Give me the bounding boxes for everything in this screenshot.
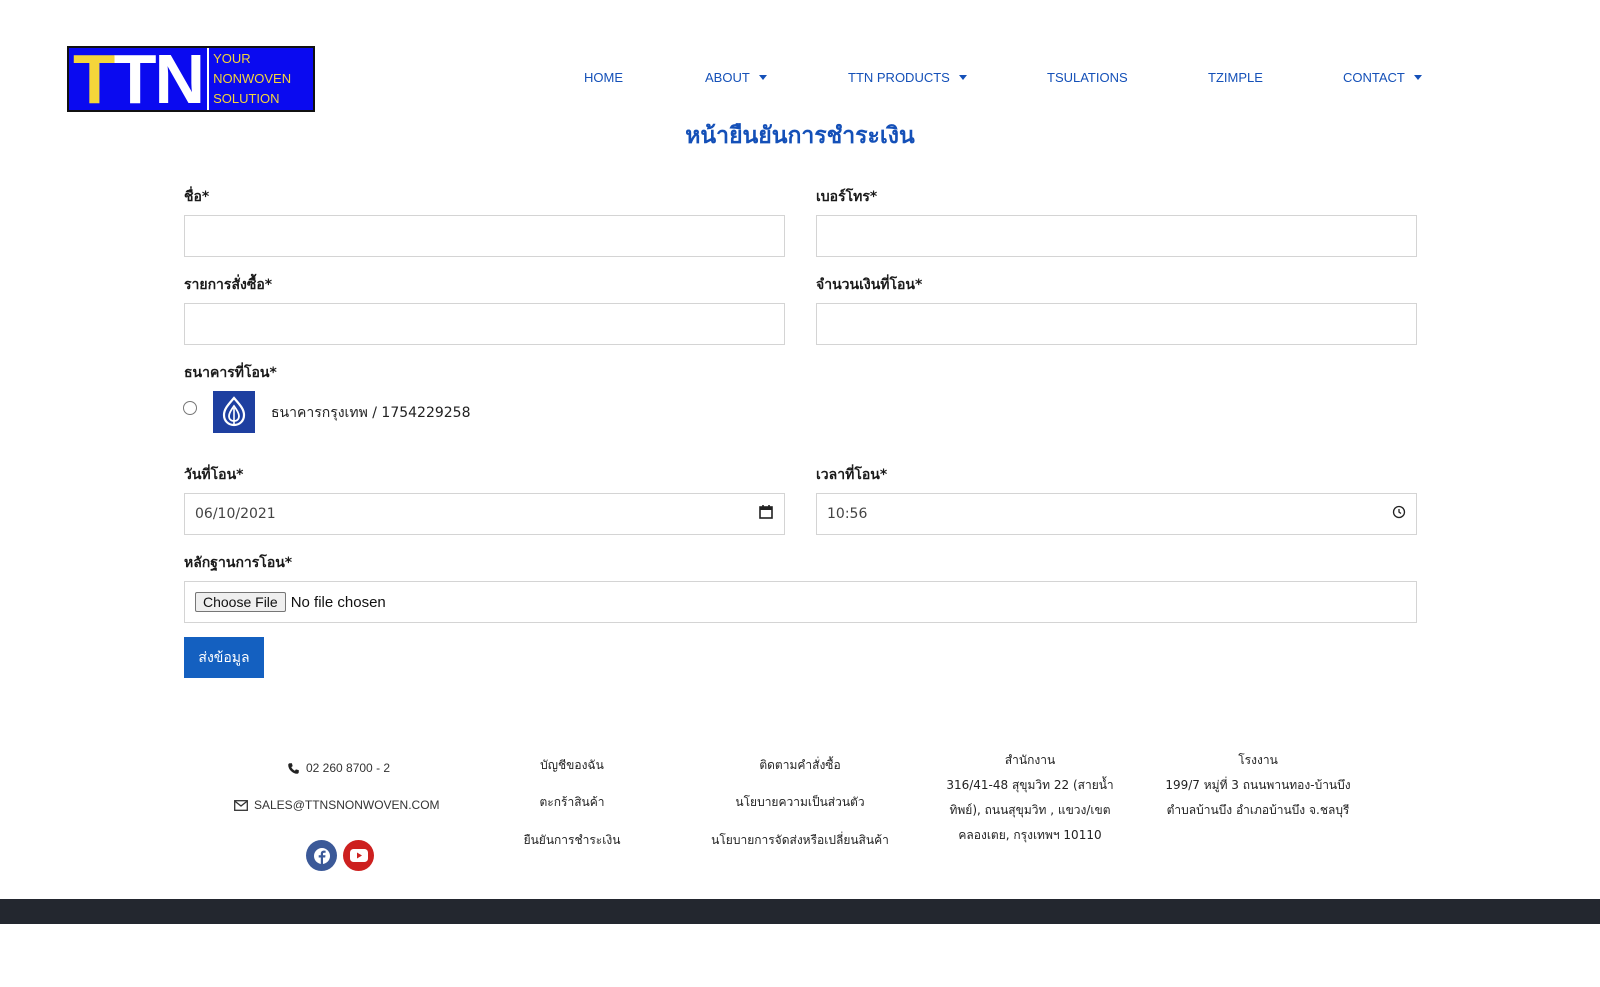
footer-link-track-order[interactable]: ติดตามคำสั่งซื้อ: [700, 756, 900, 775]
office-line: ทิพย์), ถนนสุขุมวิท , แขวง/เขต: [949, 803, 1111, 817]
clock-icon[interactable]: [1392, 505, 1406, 523]
footer-phone-text: 02 260 8700 - 2: [306, 761, 391, 775]
nav-contact-label: CONTACT: [1343, 70, 1405, 85]
choose-file-button[interactable]: Choose File: [195, 592, 286, 612]
footer-link-shipping-policy[interactable]: นโยบายการจัดส่งหรือเปลี่ยนสินค้า: [700, 831, 900, 850]
footer-link-cart[interactable]: ตะกร้าสินค้า: [510, 793, 634, 812]
logo-tagline-line: YOUR: [213, 51, 251, 66]
footer-email-text: SALES@TTNSNONWOVEN.COM: [254, 798, 440, 812]
office-title: สำนักงาน: [1004, 753, 1056, 767]
youtube-icon[interactable]: [343, 840, 374, 871]
order-input[interactable]: [184, 303, 785, 345]
date-input[interactable]: 06/10/2021: [184, 493, 785, 535]
caret-down-icon: [958, 75, 967, 80]
calendar-icon[interactable]: [758, 504, 774, 524]
amount-label: จำนวนเงินที่โอน*: [816, 277, 923, 293]
bank-radio[interactable]: [183, 401, 197, 415]
main-nav: HOME ABOUT TTN PRODUCTS TSULATIONS TZIMP…: [0, 70, 1600, 90]
footer-phone[interactable]: 02 260 8700 - 2: [287, 761, 390, 775]
time-value: 10:56: [827, 506, 868, 522]
nav-home[interactable]: HOME: [584, 70, 623, 85]
time-input[interactable]: 10:56: [816, 493, 1417, 535]
office-line: 316/41-48 สุขุมวิท 22 (สายน้ำ: [946, 778, 1114, 792]
footer-link-privacy-policy[interactable]: นโยบายความเป็นส่วนตัว: [700, 793, 900, 812]
proof-file-input[interactable]: Choose File No file chosen: [184, 581, 1417, 623]
nav-tzimple[interactable]: TZIMPLE: [1208, 70, 1263, 85]
nav-tsulations-label: TSULATIONS: [1047, 70, 1128, 85]
nav-ttn-products-label: TTN PRODUCTS: [848, 70, 950, 85]
factory-address: โรงงาน 199/7 หมู่ที่ 3 ถนนพานทอง-บ้านบึง…: [1148, 748, 1368, 823]
office-line: คลองเตย, กรุงเทพฯ 10110: [958, 828, 1102, 842]
nav-home-label: HOME: [584, 70, 623, 85]
nav-about[interactable]: ABOUT: [705, 70, 767, 85]
phone-label: เบอร์โทร*: [816, 189, 878, 205]
file-status: No file chosen: [290, 593, 386, 611]
date-label: วันที่โอน*: [184, 467, 244, 483]
footer-bottom-bar: [0, 899, 1600, 924]
amount-input[interactable]: [816, 303, 1417, 345]
envelope-icon: [234, 799, 248, 811]
page-title: หน้ายืนยันการชำระเงิน: [685, 123, 915, 149]
time-label: เวลาที่โอน*: [816, 467, 888, 483]
office-address: สำนักงาน 316/41-48 สุขุมวิท 22 (สายน้ำ ท…: [925, 748, 1135, 848]
nav-tzimple-label: TZIMPLE: [1208, 70, 1263, 85]
bangkok-bank-logo-icon: [213, 391, 255, 433]
nav-ttn-products[interactable]: TTN PRODUCTS: [848, 70, 967, 85]
facebook-icon[interactable]: [306, 840, 337, 871]
footer-link-confirm-payment[interactable]: ยืนยันการชำระเงิน: [510, 831, 634, 850]
bank-option-label[interactable]: ธนาคารกรุงเทพ / 1754229258: [271, 402, 471, 424]
order-label: รายการสั่งซื้อ*: [184, 277, 273, 293]
nav-about-label: ABOUT: [705, 70, 750, 85]
footer-email[interactable]: SALES@TTNSNONWOVEN.COM: [234, 798, 440, 812]
factory-line: ตำบลบ้านบึง อำเภอบ้านบึง จ.ชลบุรี: [1166, 803, 1350, 817]
caret-down-icon: [758, 75, 767, 80]
phone-input[interactable]: [816, 215, 1417, 257]
proof-label: หลักฐานการโอน*: [184, 555, 293, 571]
nav-tsulations[interactable]: TSULATIONS: [1047, 70, 1128, 85]
logo-tagline-line: SOLUTION: [213, 91, 280, 106]
name-input[interactable]: [184, 215, 785, 257]
date-value: 06/10/2021: [195, 506, 276, 522]
name-label: ชื่อ*: [184, 189, 210, 205]
nav-contact[interactable]: CONTACT: [1343, 70, 1422, 85]
submit-button[interactable]: ส่งข้อมูล: [184, 637, 264, 678]
footer-link-my-account[interactable]: บัญชีของฉัน: [510, 756, 634, 775]
factory-title: โรงงาน: [1238, 753, 1278, 767]
factory-line: 199/7 หมู่ที่ 3 ถนนพานทอง-บ้านบึง: [1165, 778, 1351, 792]
phone-icon: [287, 762, 300, 775]
bank-label: ธนาคารที่โอน*: [184, 365, 277, 381]
caret-down-icon: [1413, 75, 1422, 80]
